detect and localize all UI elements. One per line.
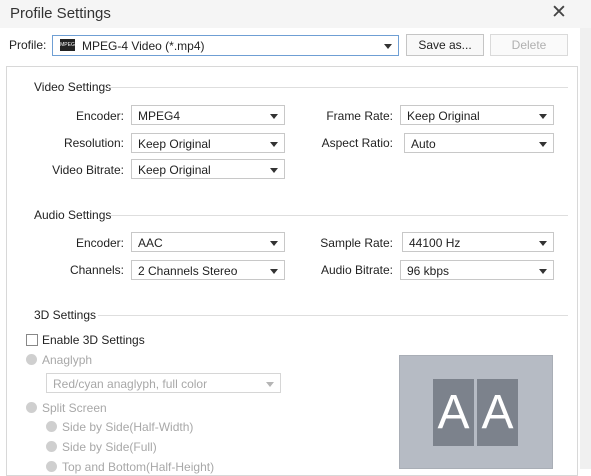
tb-half-radio[interactable]: [46, 461, 57, 472]
sample-rate-label: Sample Rate:: [320, 236, 393, 250]
audio-encoder-value: AAC: [138, 236, 163, 250]
chevron-down-icon: [270, 241, 278, 246]
video-settings-title: Video Settings: [34, 80, 112, 94]
sbs-full-radio[interactable]: [46, 441, 57, 452]
chevron-down-icon: [270, 168, 278, 173]
3d-preview: A A: [399, 355, 553, 469]
audio-encoder-select[interactable]: AAC: [131, 232, 285, 252]
video-bitrate-label: Video Bitrate:: [52, 163, 124, 177]
vertical-scrollbar[interactable]: [580, 28, 591, 469]
aspect-ratio-value: Auto: [411, 137, 436, 151]
anaglyph-select[interactable]: Red/cyan anaglyph, full color: [46, 373, 281, 393]
video-encoder-value: MPEG4: [138, 109, 181, 123]
frame-rate-select[interactable]: Keep Original: [400, 105, 554, 125]
channels-label: Channels:: [69, 263, 124, 277]
resolution-select[interactable]: Keep Original: [131, 133, 285, 153]
chevron-down-icon: [270, 142, 278, 147]
frame-rate-label: Frame Rate:: [326, 109, 393, 123]
chevron-down-icon: [539, 241, 547, 246]
sample-rate-value: 44100 Hz: [409, 236, 461, 250]
profile-label: Profile:: [9, 38, 47, 52]
tb-half-label: Top and Bottom(Half-Height): [62, 460, 215, 474]
chevron-down-icon: [270, 114, 278, 119]
anaglyph-value: Red/cyan anaglyph, full color: [53, 377, 208, 391]
frame-rate-value: Keep Original: [407, 109, 480, 123]
sbs-full-label: Side by Side(Full): [62, 440, 157, 454]
close-icon[interactable]: ✕: [549, 3, 569, 23]
resolution-label: Resolution:: [63, 136, 124, 150]
delete-button[interactable]: Delete: [490, 34, 568, 56]
preview-left-tile: A: [433, 379, 474, 446]
divider: [98, 315, 568, 316]
split-screen-label: Split Screen: [42, 401, 107, 415]
window-title: Profile Settings: [10, 5, 111, 22]
sbs-half-radio[interactable]: [46, 421, 57, 432]
save-as-button[interactable]: Save as...: [406, 34, 484, 56]
audio-bitrate-select[interactable]: 96 kbps: [400, 260, 554, 280]
chevron-down-icon: [266, 382, 274, 387]
profile-select[interactable]: MPEG MPEG-4 Video (*.mp4): [52, 35, 399, 56]
resolution-value: Keep Original: [138, 137, 211, 151]
channels-value: 2 Channels Stereo: [138, 264, 238, 278]
aspect-ratio-select[interactable]: Auto: [404, 133, 554, 153]
audio-settings-title: Audio Settings: [34, 208, 112, 222]
chevron-down-icon: [539, 114, 547, 119]
anaglyph-label: Anaglyph: [42, 353, 93, 367]
chevron-down-icon: [539, 269, 547, 274]
divider: [110, 215, 568, 216]
preview-right-tile: A: [477, 379, 518, 446]
chevron-down-icon: [270, 269, 278, 274]
audio-encoder-label: Encoder:: [75, 236, 124, 250]
video-bitrate-value: Keep Original: [138, 163, 211, 177]
video-encoder-select[interactable]: MPEG4: [131, 105, 285, 125]
chevron-down-icon: [539, 142, 547, 147]
3d-settings-title: 3D Settings: [34, 308, 97, 322]
audio-bitrate-label: Audio Bitrate:: [320, 263, 393, 277]
video-bitrate-select[interactable]: Keep Original: [131, 159, 285, 179]
profile-select-value: MPEG-4 Video (*.mp4): [82, 39, 205, 53]
channels-select[interactable]: 2 Channels Stereo: [131, 260, 285, 280]
audio-bitrate-value: 96 kbps: [407, 264, 450, 278]
enable-3d-checkbox[interactable]: [26, 334, 38, 346]
sample-rate-select[interactable]: 44100 Hz: [402, 232, 554, 252]
anaglyph-radio[interactable]: [26, 354, 37, 365]
sbs-half-label: Side by Side(Half-Width): [62, 420, 194, 434]
chevron-down-icon: [384, 44, 392, 49]
enable-3d-label: Enable 3D Settings: [42, 333, 145, 347]
divider: [108, 87, 568, 88]
mpeg-file-icon: MPEG: [60, 39, 75, 51]
aspect-ratio-label: Aspect Ratio:: [321, 136, 393, 150]
split-screen-radio[interactable]: [26, 402, 37, 413]
video-encoder-label: Encoder:: [75, 109, 124, 123]
